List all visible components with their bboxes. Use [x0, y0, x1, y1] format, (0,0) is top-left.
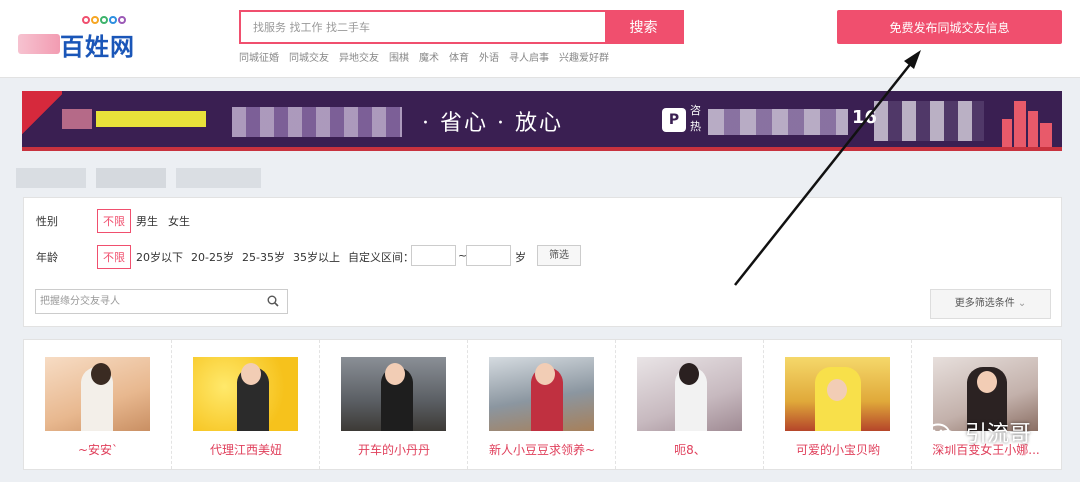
banner-stripe	[22, 91, 62, 147]
keyword-input[interactable]	[36, 290, 256, 313]
publish-button[interactable]: 免费发布同城交友信息	[837, 10, 1062, 44]
result-card[interactable]: 深圳百变女王小娜...	[912, 340, 1060, 469]
gender-option-male[interactable]: 男生	[136, 213, 158, 229]
hot-link[interactable]: 寻人启事	[509, 53, 549, 64]
blurred-banner-text	[96, 111, 206, 127]
site-logo[interactable]: 百姓网	[18, 14, 158, 64]
profile-photo[interactable]	[785, 357, 890, 431]
phone-icon: P	[662, 108, 686, 132]
search-icon[interactable]	[267, 295, 279, 307]
profile-photo[interactable]	[341, 357, 446, 431]
profile-photo[interactable]	[193, 357, 298, 431]
result-card[interactable]: 开车的小丹丹	[320, 340, 468, 469]
hot-link[interactable]: 兴趣爱好群	[559, 53, 609, 64]
gender-option-any[interactable]: 不限	[97, 209, 131, 233]
blurred-banner-text	[232, 107, 402, 137]
age-max-input[interactable]	[466, 245, 511, 266]
search-bar: 搜索	[239, 10, 684, 44]
result-card[interactable]: 新人小豆豆求领养~	[468, 340, 616, 469]
blurred-breadcrumb	[16, 168, 261, 188]
hot-link[interactable]: 同城征婚	[239, 53, 279, 64]
gender-label: 性别	[36, 215, 58, 228]
keyword-search	[35, 289, 288, 314]
banner-phone-label: 咨热	[690, 104, 701, 133]
profile-name[interactable]: 开车的小丹丹	[320, 441, 468, 458]
apply-filter-button[interactable]: 筛选	[537, 245, 581, 266]
site-header: 百姓网 搜索 同城征婚同城交友异地交友围棋魔术体育外语寻人启事兴趣爱好群 免费发…	[0, 0, 1080, 78]
age-option-20-25[interactable]: 20-25岁	[191, 249, 234, 265]
range-unit: 岁	[515, 251, 526, 264]
age-option-any[interactable]: 不限	[97, 245, 131, 269]
search-button[interactable]: 搜索	[605, 12, 682, 42]
custom-range-label: 自定义区间：	[348, 251, 414, 264]
blurred-banner-text	[874, 101, 984, 141]
hot-link[interactable]: 异地交友	[339, 53, 379, 64]
profile-name[interactable]: 新人小豆豆求领养~	[468, 441, 616, 458]
hot-links: 同城征婚 同城交友 异地交友 围棋 魔术 体育 外语 寻人启事 兴趣爱好群	[239, 49, 619, 64]
hot-link[interactable]: 体育	[449, 53, 469, 64]
more-filters-button[interactable]: 更多筛选条件 ⌄	[930, 289, 1051, 319]
more-filters-label: 更多筛选条件	[954, 298, 1015, 309]
watermark-text: 引流哥	[965, 422, 1032, 447]
chevron-down-icon: ⌄	[1017, 298, 1027, 309]
result-card[interactable]: ~安安`	[24, 340, 172, 469]
logo-dots-icon	[82, 14, 130, 26]
profile-photo[interactable]	[45, 357, 150, 431]
age-min-input[interactable]	[411, 245, 456, 266]
profile-name[interactable]: ~安安`	[24, 441, 172, 458]
search-input[interactable]	[241, 12, 607, 42]
result-card[interactable]: 可爱的小宝贝哟	[764, 340, 912, 469]
wechat-icon	[926, 423, 957, 446]
blurred-banner-text	[62, 109, 92, 129]
promo-banner[interactable]: · 省心 · 放心 P 咨热 16	[22, 91, 1062, 151]
profile-name[interactable]: 呃8、	[616, 441, 764, 458]
blurred-banner-text	[708, 109, 848, 135]
result-card[interactable]: 呃8、	[616, 340, 764, 469]
watermark: 引流哥	[925, 416, 1031, 448]
hot-link[interactable]: 魔术	[419, 53, 439, 64]
filter-panel: 性别 不限 男生 女生 年龄 不限 20岁以下 20-25岁 25-35岁 35…	[23, 197, 1062, 327]
profile-photo[interactable]	[489, 357, 594, 431]
age-option-over-35[interactable]: 35岁以上	[293, 249, 340, 265]
results-list: ~安安` 代理江西美妞 开车的小丹丹 新人小豆豆求领养~ 呃8、 可爱的小宝贝哟	[23, 339, 1062, 470]
skyline-icon	[1002, 95, 1054, 147]
age-option-under-20[interactable]: 20岁以下	[136, 249, 183, 265]
profile-name[interactable]: 代理江西美妞	[172, 441, 320, 458]
logo-text: 百姓网	[60, 33, 135, 61]
banner-slogan: · 省心 · 放心	[422, 111, 563, 136]
result-card[interactable]: 代理江西美妞	[172, 340, 320, 469]
profile-name[interactable]: 可爱的小宝贝哟	[764, 441, 912, 458]
age-label: 年龄	[36, 251, 58, 264]
hot-link[interactable]: 围棋	[389, 53, 409, 64]
blurred-logo-prefix	[18, 34, 60, 54]
gender-option-female[interactable]: 女生	[168, 213, 190, 229]
hot-link[interactable]: 同城交友	[289, 53, 329, 64]
profile-photo[interactable]	[637, 357, 742, 431]
hot-link[interactable]: 外语	[479, 53, 499, 64]
age-option-25-35[interactable]: 25-35岁	[242, 249, 285, 265]
